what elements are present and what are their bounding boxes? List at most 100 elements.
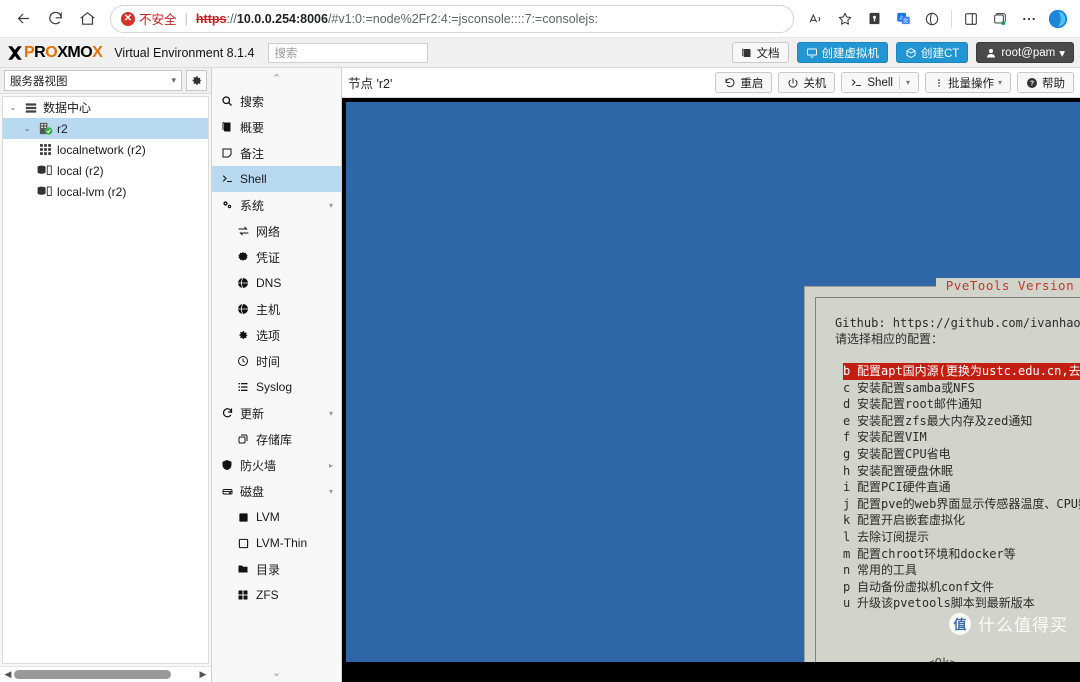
chevron-right-icon[interactable]: ▸ [329,461,333,470]
create-ct-button[interactable]: 创建CT [896,42,968,63]
menu-item-zfs[interactable]: ZFS [212,582,341,608]
twisty-icon[interactable]: ⌄ [21,124,33,133]
scroll-left-icon[interactable]: ◀ [2,669,14,680]
favorite-star-icon[interactable] [831,5,859,33]
system-icon [220,199,234,211]
tree-horizontal-scrollbar[interactable]: ◀ ▶ [0,666,211,682]
menu-item-label: Shell [240,172,267,186]
menu-item-shell[interactable]: Shell [212,166,341,192]
menu-item-notes[interactable]: 备注 [212,140,341,166]
tree-node-datacenter[interactable]: ⌄ 数据中心 [3,97,208,118]
chevron-down-icon[interactable]: ▾ [329,409,333,418]
menu-item-time[interactable]: 时间 [212,348,341,374]
dialog-menu-item-n[interactable]: n常用的工具 [843,562,1080,579]
collections-icon[interactable] [986,5,1014,33]
dialog-menu-item-h[interactable]: h安装配置硬盘休眠 [843,463,1080,480]
logo-text-r: R [34,44,45,62]
menu-item-lvm[interactable]: LVM [212,504,341,530]
tree-node-localnetwork[interactable]: localnetwork (r2) [3,139,208,160]
dialog-menu-item-j[interactable]: j配置pve的web界面显示传感器温度、CPU频率 [843,496,1080,513]
more-options-icon[interactable] [1015,5,1043,33]
menu-item-system[interactable]: 系统 ▾ [212,192,341,218]
chevron-down-icon[interactable]: ▾ [329,201,333,210]
chevron-down-icon[interactable]: ▾ [906,78,910,87]
menu-item-firewall[interactable]: 防火墙 ▸ [212,452,341,478]
menu-item-directory[interactable]: 目录 [212,556,341,582]
menu-item-options[interactable]: 选项 [212,322,341,348]
translate-icon[interactable]: A文 [889,5,917,33]
address-bar[interactable]: ✕ 不安全 | https://10.0.0.254:8006/#v1:0:=n… [110,5,794,33]
dialog-menu-item-d[interactable]: d安装配置root邮件通知 [843,396,1080,413]
chevron-down-icon[interactable]: ▾ [329,487,333,496]
terminal-screen[interactable]: PveTools Version : 2.3.7 Github: https:/… [346,102,1080,662]
menu-item-lvm-thin[interactable]: LVM-Thin [212,530,341,556]
menu-item-dns[interactable]: DNS [212,270,341,296]
shutdown-button[interactable]: 关机 [778,72,835,93]
tree-node-local[interactable]: local (r2) [3,160,208,181]
menu-item-network[interactable]: 网络 [212,218,341,244]
security-badge[interactable]: ✕ 不安全 [121,9,177,28]
tree-node-label: localnetwork (r2) [57,143,146,157]
tree-settings-button[interactable] [186,70,207,91]
reload-icon[interactable] [40,4,70,34]
server-tree[interactable]: ⌄ 数据中心 ⌄ r2 local [2,96,209,664]
scroll-thumb[interactable] [14,670,171,679]
logo-text-m: M [67,44,80,62]
dialog-title-text: PveTools Version : 2.3.7 [936,278,1080,293]
shell-split-button[interactable]: Shell ▾ [841,72,919,93]
menu-item-repositories[interactable]: 存储库 [212,426,341,452]
chevron-down-icon[interactable]: ▾ [998,78,1002,87]
scroll-track[interactable] [14,670,197,679]
wallet-icon[interactable] [860,5,888,33]
browser-icon-group: A文 [802,5,1072,33]
menu-item-disks[interactable]: 磁盘 ▾ [212,478,341,504]
restart-button[interactable]: 重启 [715,72,772,93]
back-icon[interactable] [8,4,38,34]
terminal-container[interactable]: PveTools Version : 2.3.7 Github: https:/… [342,98,1080,682]
menu-item-certificates[interactable]: 凭证 [212,244,341,270]
twisty-icon[interactable]: ⌄ [7,103,19,112]
restart-icon [724,77,736,89]
dialog-menu-item-g[interactable]: g安装配置CPU省电 [843,446,1080,463]
dialog-menu-item-f[interactable]: f安装配置VIM [843,429,1080,446]
copilot-icon[interactable] [1044,5,1072,33]
tree-node-r2[interactable]: ⌄ r2 [3,118,208,139]
dialog-menu-item-b[interactable]: b配置apt国内源(更换为ustc.edu.cn,去除企业源等) [843,363,1080,380]
dialog-menu-item-e[interactable]: e安装配置zfs最大内存及zed通知 [843,413,1080,430]
scroll-right-icon[interactable]: ▶ [197,669,209,680]
main-body: 服务器视图 ▾ ⌄ 数据中心 ⌄ [0,68,1080,682]
dialog-menu-item-m[interactable]: m配置chroot环境和docker等 [843,546,1080,563]
browser-essentials-icon[interactable] [918,5,946,33]
menu-scroll-down-icon[interactable]: ⌄ [212,662,341,682]
tree-node-local-lvm[interactable]: local-lvm (r2) [3,181,208,202]
docs-button-label: 文档 [757,45,780,61]
menu-item-key: e [843,413,857,430]
read-aloud-icon[interactable] [802,5,830,33]
menu-scroll-up-icon[interactable]: ⌃ [212,68,341,88]
menu-item-summary[interactable]: 概要 [212,114,341,140]
split-screen-icon[interactable] [957,5,985,33]
view-selector[interactable]: 服务器视图 ▾ [4,70,182,91]
product-title: Virtual Environment 8.1.4 [114,46,254,60]
user-menu-button[interactable]: root@pam ▾ [976,42,1074,63]
help-button[interactable]: ? 帮助 [1017,72,1074,93]
dialog-menu-item-p[interactable]: p自动备份虚拟机conf文件 [843,579,1080,596]
menu-item-updates[interactable]: 更新 ▾ [212,400,341,426]
proxmox-logo[interactable]: PROXMOX [6,44,102,62]
menu-item-search[interactable]: 搜索 [212,88,341,114]
docs-button[interactable]: 文档 [732,42,789,63]
dialog-menu-list[interactable]: b配置apt国内源(更换为ustc.edu.cn,去除企业源等) c安装配置sa… [843,363,1080,612]
bulk-actions-button[interactable]: 批量操作 ▾ [925,72,1011,93]
global-search-input[interactable]: 搜索 [268,43,428,63]
shutdown-button-label: 关机 [803,75,826,91]
dialog-menu-item-i[interactable]: i配置PCI硬件直通 [843,479,1080,496]
dialog-menu-item-k[interactable]: k配置开启嵌套虚拟化 [843,512,1080,529]
dialog-menu-item-l[interactable]: l去除订阅提示 [843,529,1080,546]
create-vm-button[interactable]: 创建虚拟机 [797,42,889,63]
home-icon[interactable] [72,4,102,34]
menu-item-hosts[interactable]: 主机 [212,296,341,322]
menu-item-syslog[interactable]: Syslog [212,374,341,400]
dialog-menu-item-c[interactable]: c安装配置samba或NFS [843,380,1080,397]
menu-item-text: 去除订阅提示 [857,529,929,546]
dialog-menu-item-u[interactable]: u升级该pvetools脚本到最新版本 [843,595,1080,612]
